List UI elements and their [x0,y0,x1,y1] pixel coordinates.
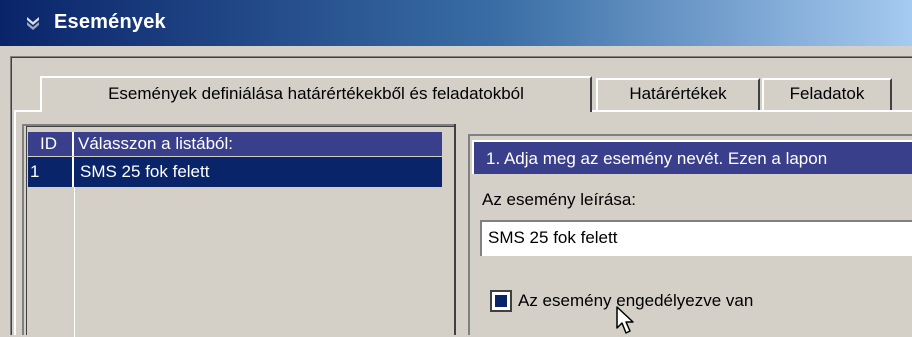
step-header: 1. Adja meg az esemény nevét. Ezen a lap… [472,140,912,174]
description-input[interactable]: SMS 25 fok felett [480,220,912,256]
tab-label: Határértékek [629,84,727,103]
list-item-id: 1 [28,157,74,187]
list-item-name: SMS 25 fok felett [80,162,210,181]
title-bar[interactable]: Események [0,0,912,46]
column-header-id[interactable]: ID [30,132,74,156]
enabled-checkbox[interactable] [490,290,512,312]
window-icon [27,17,39,30]
list-item[interactable]: 1 SMS 25 fok felett [28,157,442,187]
checkbox-check-mark [495,295,507,307]
column-header-name[interactable]: Válasszon a listából: [76,132,442,156]
tab-label: Feladatok [789,84,865,103]
column-divider [74,187,75,337]
tab-event-definition[interactable]: Események definiálása határértékekből és… [40,76,592,112]
list-header: ID Válasszon a listából: [28,132,442,156]
list-divider [454,124,456,335]
tab-label: Események definiálása határértékekből és… [108,84,524,103]
tab-tasks[interactable]: Feladatok [762,78,892,110]
tab-thresholds[interactable]: Határértékek [596,78,760,110]
description-label: Az esemény leírása: [482,190,637,209]
event-list[interactable]: ID Válasszon a listából: 1 SMS 25 fok fe… [22,124,454,337]
mouse-cursor-icon [616,306,634,334]
window-title: Események [54,11,166,33]
events-window: Események Események definiálása határért… [0,0,912,337]
